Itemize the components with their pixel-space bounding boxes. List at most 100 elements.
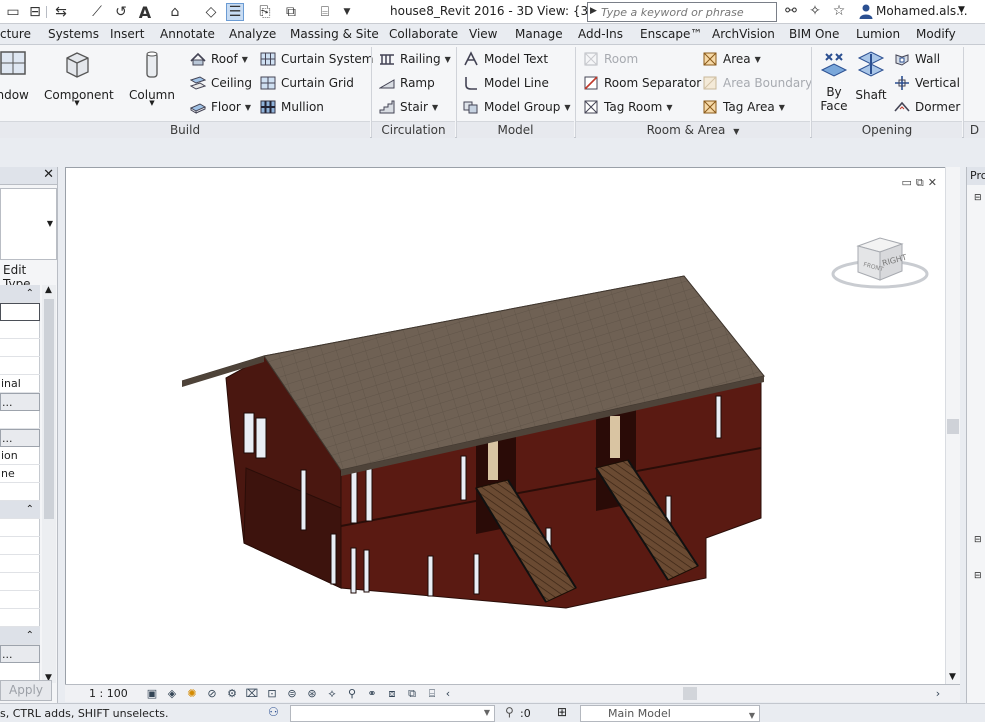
user-icon[interactable] xyxy=(858,3,874,19)
qat-dropdown-icon[interactable]: ▼ xyxy=(338,3,356,21)
render-icon[interactable]: ⚙ xyxy=(225,687,239,701)
tag-room-button[interactable]: Tag Room ▼ xyxy=(583,97,672,117)
tab-add-ins[interactable]: Add-Ins xyxy=(578,27,623,41)
scrollbar-thumb[interactable] xyxy=(44,299,54,519)
visual-style-icon[interactable]: ◈ xyxy=(165,687,179,701)
show-crop-icon[interactable]: ⊡ xyxy=(265,687,279,701)
3d-view-canvas[interactable]: ▭⧉✕ FRONT RIGHT xyxy=(65,167,960,686)
detail-level-icon[interactable]: ▣ xyxy=(145,687,159,701)
property-row[interactable] xyxy=(0,321,40,339)
property-row[interactable] xyxy=(0,555,40,573)
property-row[interactable] xyxy=(0,591,40,609)
wall-opening-button[interactable]: Wall xyxy=(894,49,940,69)
favorites-star-icon[interactable]: ☆ xyxy=(830,3,848,21)
room-area-panel-label[interactable]: Room & Area ▼ xyxy=(576,121,810,138)
property-row-button[interactable]: ... xyxy=(0,429,40,447)
scroll-up-icon[interactable]: ▲ xyxy=(45,285,52,295)
property-row[interactable] xyxy=(0,303,40,321)
collapse-chevron-icon[interactable]: ⌃ xyxy=(26,285,34,302)
type-selector[interactable]: ▼ xyxy=(0,188,57,260)
temporary-hide-icon[interactable]: ⊛ xyxy=(305,687,319,701)
worksets-icon[interactable]: ⚇ xyxy=(268,705,279,719)
tab-enscape[interactable]: Enscape™ xyxy=(640,27,702,41)
tag-area-button[interactable]: Tag Area ▼ xyxy=(702,97,785,117)
opening-panel-label[interactable]: Opening xyxy=(812,121,962,138)
tab-manage[interactable]: Manage xyxy=(515,27,563,41)
ramp-button[interactable]: Ramp xyxy=(379,73,435,93)
view-vertical-scrollbar[interactable]: ▼ xyxy=(945,167,960,686)
sun-path-icon[interactable]: ✺ xyxy=(185,687,199,701)
property-row[interactable] xyxy=(0,339,40,357)
property-row-button[interactable]: ... xyxy=(0,393,40,411)
design-option-combo[interactable]: Main Model ▼ xyxy=(580,705,760,722)
close-hidden-windows-icon[interactable]: ⎘ xyxy=(256,3,274,21)
curtain-grid-button[interactable]: Curtain Grid xyxy=(260,73,354,93)
reveal-hidden-icon[interactable]: ⟡ xyxy=(325,687,339,701)
save-icon[interactable]: ⊟ xyxy=(26,3,44,21)
type-selector-chevron-icon[interactable]: ▼ xyxy=(47,219,53,228)
search-expand-icon[interactable]: ▶ xyxy=(590,6,597,16)
tree-collapse-icon[interactable]: ⊟ xyxy=(974,571,982,581)
user-menu-chevron-icon[interactable]: ▼ xyxy=(958,5,965,15)
property-row[interactable]: ion xyxy=(0,447,40,465)
collapse-chevron-icon[interactable]: ⌃ xyxy=(26,627,34,644)
open-icon[interactable]: ▭ xyxy=(4,3,22,21)
property-row[interactable] xyxy=(0,411,40,429)
tab-collaborate[interactable]: Collaborate xyxy=(389,27,458,41)
tab-bim-one[interactable]: BIM One xyxy=(789,27,839,41)
design-options-icon[interactable]: ⊞ xyxy=(557,705,567,719)
curtain-system-button[interactable]: Curtain System xyxy=(260,49,373,69)
scroll-left-icon[interactable]: ‹ xyxy=(441,687,455,701)
section-icon[interactable]: ◇ xyxy=(202,3,220,21)
thin-lines-icon[interactable]: ☰ xyxy=(226,3,244,21)
property-row[interactable] xyxy=(0,573,40,591)
property-row[interactable] xyxy=(0,483,40,501)
tree-collapse-icon[interactable]: ⊟ xyxy=(974,193,982,203)
mullion-button[interactable]: Mullion xyxy=(260,97,324,117)
model-panel-label[interactable]: Model xyxy=(457,121,574,138)
tree-collapse-icon[interactable]: ⊟ xyxy=(974,535,982,545)
by-face-button[interactable]: By Face xyxy=(817,48,851,113)
tag-icon[interactable]: ↺ xyxy=(112,3,130,21)
property-group-header[interactable]: ⌃ xyxy=(0,285,40,303)
close-icon[interactable]: ✕ xyxy=(43,167,54,182)
tab-annotate[interactable]: Annotate xyxy=(160,27,215,41)
switch-windows-icon[interactable]: ⧉ xyxy=(282,3,300,21)
component-button[interactable]: Component ▼ xyxy=(44,48,114,107)
analysis-icon[interactable]: ⚲ xyxy=(345,687,359,701)
building-model[interactable] xyxy=(176,258,776,618)
tab-modify[interactable]: Modify xyxy=(916,27,956,41)
vertical-opening-button[interactable]: Vertical xyxy=(894,73,960,93)
collapse-chevron-icon[interactable]: ⌃ xyxy=(26,501,34,518)
datum-panel-label[interactable]: D xyxy=(964,121,985,138)
text-icon[interactable]: A xyxy=(136,3,154,22)
tab-architecture[interactable]: cture xyxy=(0,27,31,41)
properties-scrollbar[interactable]: ▲ ▼ xyxy=(42,285,56,683)
search-input[interactable] xyxy=(601,4,773,20)
area-boundary-button[interactable]: Area Boundary xyxy=(702,73,812,93)
room-separator-button[interactable]: Room Separator xyxy=(583,73,701,93)
scroll-right-icon[interactable]: › xyxy=(931,687,945,701)
window-button[interactable]: indow xyxy=(0,48,32,102)
unlock-3d-icon[interactable]: ⊜ xyxy=(285,687,299,701)
measure-icon[interactable]: ⇆ xyxy=(52,3,70,21)
worksharing-icon[interactable]: ⧈ xyxy=(385,687,399,701)
property-row[interactable] xyxy=(0,537,40,555)
build-panel-label[interactable]: Build xyxy=(0,121,370,138)
property-row[interactable] xyxy=(0,609,40,627)
dormer-button[interactable]: Dormer xyxy=(894,97,960,117)
model-group-button[interactable]: Model Group ▼ xyxy=(463,97,571,117)
minimize-icon[interactable]: ▭ xyxy=(902,176,916,189)
highlight-icon[interactable]: ⚭ xyxy=(365,687,379,701)
constraints-icon[interactable]: ⌸ xyxy=(425,687,439,701)
tab-insert[interactable]: Insert xyxy=(110,27,144,41)
model-line-button[interactable]: Model Line xyxy=(463,73,549,93)
viewcube[interactable]: FRONT RIGHT xyxy=(830,228,930,303)
horizontal-scrollbar-thumb[interactable] xyxy=(683,687,697,700)
scrollbar-thumb[interactable] xyxy=(947,419,959,434)
search-box[interactable]: ▶ xyxy=(587,2,777,22)
tab-view[interactable]: View xyxy=(469,27,497,41)
property-row[interactable]: inal xyxy=(0,375,40,393)
room-button[interactable]: Room xyxy=(583,49,638,69)
property-row[interactable] xyxy=(0,519,40,537)
